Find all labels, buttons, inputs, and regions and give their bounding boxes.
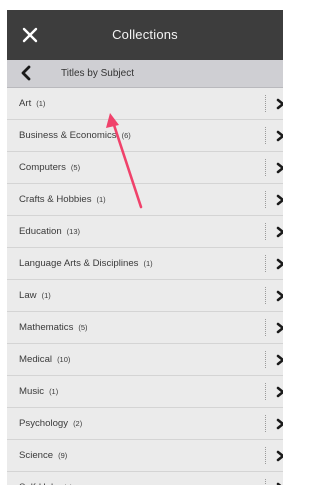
chevron-right-icon[interactable] bbox=[275, 258, 283, 270]
subject-label: Law (1) bbox=[19, 280, 51, 312]
subject-name: Medical bbox=[19, 354, 53, 365]
chevron-right-icon[interactable] bbox=[275, 130, 283, 142]
subject-row[interactable]: Law (1) bbox=[7, 280, 283, 312]
subject-row[interactable]: Business & Economics (6) bbox=[7, 120, 283, 152]
row-divider bbox=[265, 127, 266, 144]
row-divider bbox=[265, 95, 266, 112]
row-divider bbox=[265, 319, 266, 336]
subject-count: (13) bbox=[66, 227, 81, 236]
subject-row[interactable]: Self-Help(1) bbox=[7, 472, 283, 485]
subject-name: Business & Economics bbox=[19, 130, 117, 141]
chevron-right-icon[interactable] bbox=[275, 450, 283, 462]
subject-count: (1) bbox=[96, 195, 106, 204]
subject-name: Law bbox=[19, 290, 37, 301]
row-divider bbox=[265, 191, 266, 208]
subject-name: Crafts & Hobbies bbox=[19, 194, 92, 205]
subject-count: (5) bbox=[70, 163, 81, 172]
chevron-right-icon[interactable] bbox=[275, 290, 283, 302]
subject-name: Science bbox=[19, 450, 54, 461]
chevron-right-icon[interactable] bbox=[275, 322, 283, 334]
chevron-right-icon[interactable] bbox=[275, 98, 283, 110]
subject-count: (1) bbox=[41, 291, 51, 300]
chevron-right-icon[interactable] bbox=[275, 194, 283, 206]
subject-label: Music (1) bbox=[19, 376, 58, 408]
subject-row[interactable]: Crafts & Hobbies (1) bbox=[7, 184, 283, 216]
subject-row[interactable]: Science (9) bbox=[7, 440, 283, 472]
subject-name: Music bbox=[19, 386, 45, 397]
chevron-right-icon[interactable] bbox=[275, 418, 283, 430]
chevron-right-icon[interactable] bbox=[275, 354, 283, 366]
subject-label: Mathematics (5) bbox=[19, 312, 88, 344]
subject-row[interactable]: Mathematics (5) bbox=[7, 312, 283, 344]
subject-name: Psychology bbox=[19, 418, 69, 429]
subject-label: Art (1) bbox=[19, 88, 45, 120]
subject-count: (6) bbox=[121, 131, 131, 140]
subject-count: (9) bbox=[58, 451, 68, 460]
subject-row[interactable]: Education (13) bbox=[7, 216, 283, 248]
subject-label: Self-Help(1) bbox=[19, 472, 73, 485]
subject-count: (1) bbox=[143, 259, 153, 268]
subject-name: Computers bbox=[19, 162, 66, 173]
subject-row[interactable]: Computers (5) bbox=[7, 152, 283, 184]
top-bar: Collections bbox=[7, 10, 283, 60]
subject-row[interactable]: Music (1) bbox=[7, 376, 283, 408]
row-divider bbox=[265, 223, 266, 240]
subject-label: Language Arts & Disciplines (1) bbox=[19, 248, 153, 280]
subject-name: Art bbox=[19, 98, 32, 109]
subject-count: (1) bbox=[49, 387, 59, 396]
subject-label: Science (9) bbox=[19, 440, 67, 472]
subject-label: Computers (5) bbox=[19, 152, 80, 184]
subject-row[interactable]: Language Arts & Disciplines (1) bbox=[7, 248, 283, 280]
row-divider bbox=[265, 415, 266, 432]
chevron-right-icon[interactable] bbox=[275, 162, 283, 174]
chevron-right-icon[interactable] bbox=[275, 226, 283, 238]
row-divider bbox=[265, 255, 266, 272]
row-divider bbox=[265, 383, 266, 400]
row-divider bbox=[265, 479, 266, 485]
subject-row[interactable]: Medical (10) bbox=[7, 344, 283, 376]
subject-count: (10) bbox=[57, 355, 71, 364]
subject-name: Mathematics bbox=[19, 322, 74, 333]
subject-row[interactable]: Psychology (2) bbox=[7, 408, 283, 440]
row-divider bbox=[265, 447, 266, 464]
subject-label: Business & Economics (6) bbox=[19, 120, 131, 152]
chevron-right-icon[interactable] bbox=[275, 386, 283, 398]
subject-label: Medical (10) bbox=[19, 344, 70, 376]
subject-count: (1) bbox=[36, 99, 46, 108]
subject-label: Education (13) bbox=[19, 216, 80, 248]
subject-count: (5) bbox=[78, 323, 88, 332]
page-title: Collections bbox=[112, 27, 178, 42]
breadcrumb-title: Titles by Subject bbox=[61, 68, 134, 79]
app-screen: Collections Titles by Subject Art (1) Busi… bbox=[7, 10, 283, 485]
row-divider bbox=[265, 159, 266, 176]
row-divider bbox=[265, 351, 266, 368]
subject-count: (2) bbox=[73, 419, 83, 428]
subject-label: Crafts & Hobbies (1) bbox=[19, 184, 106, 216]
subject-list: Art (1) Business & Economics (6) Computers (5… bbox=[7, 88, 283, 485]
row-divider bbox=[265, 287, 266, 304]
subject-name: Education bbox=[19, 226, 62, 237]
chevron-left-icon[interactable] bbox=[19, 65, 33, 81]
subject-label: Psychology (2) bbox=[19, 408, 82, 440]
breadcrumb-bar: Titles by Subject bbox=[7, 60, 283, 88]
subject-name: Language Arts & Disciplines bbox=[19, 258, 139, 269]
subject-row[interactable]: Art (1) bbox=[7, 88, 283, 120]
